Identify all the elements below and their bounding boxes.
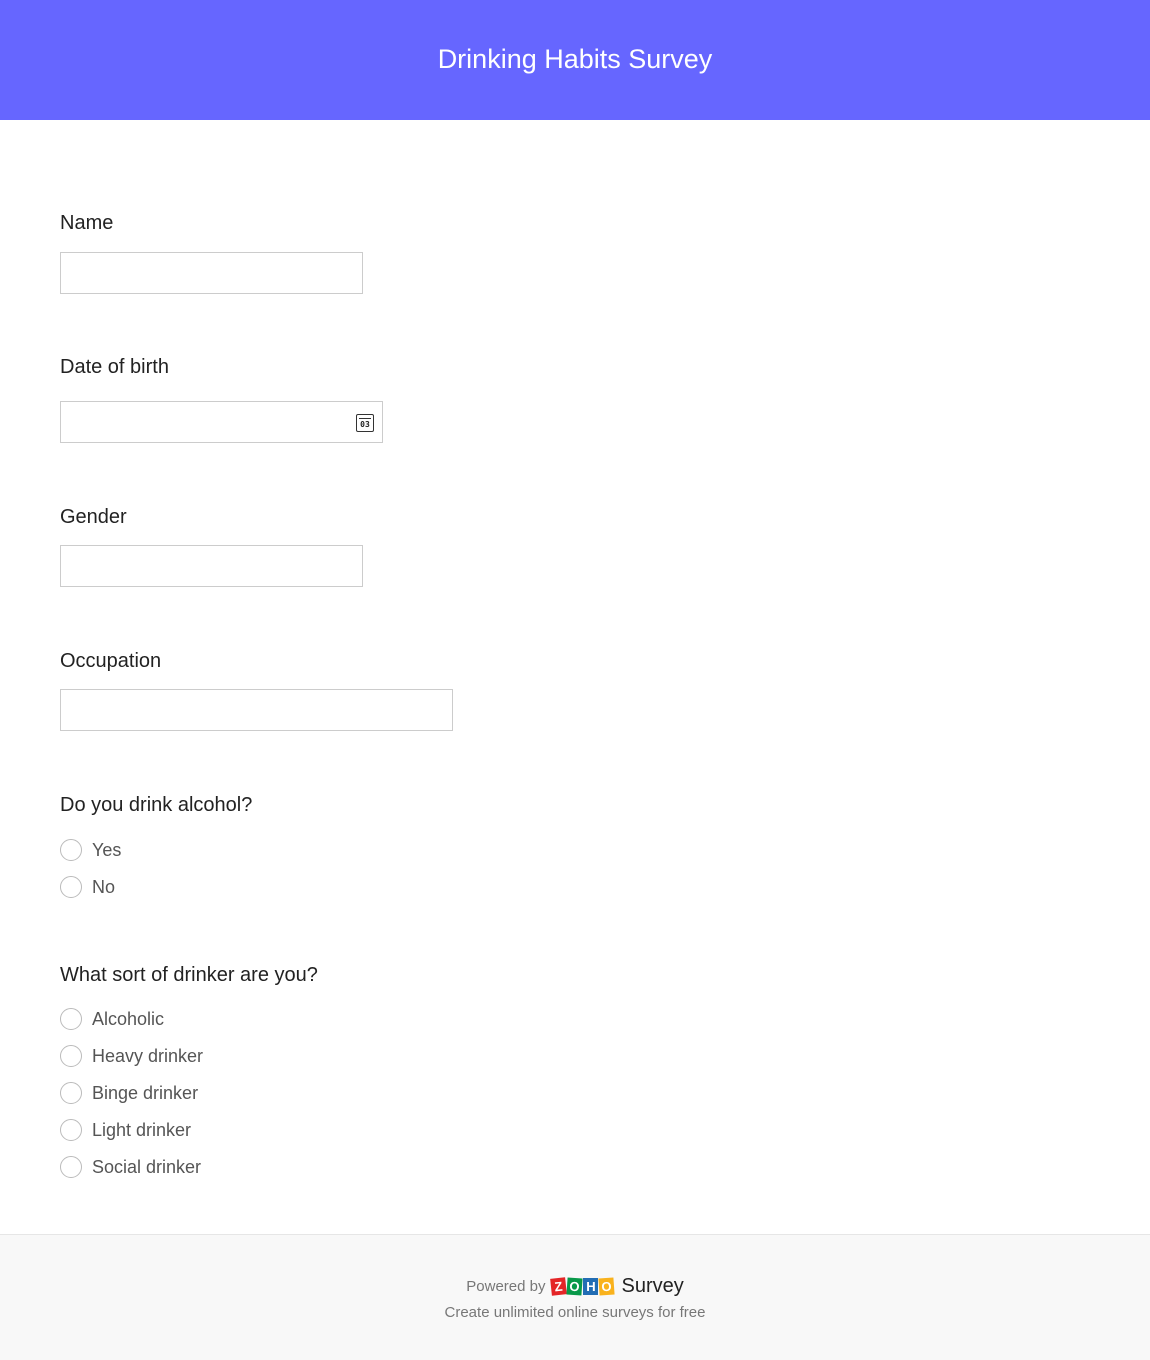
radio-circle[interactable] bbox=[60, 1045, 82, 1067]
powered-by-link[interactable]: Powered by ZOHO Survey bbox=[0, 1275, 1150, 1298]
footer: Powered by ZOHO Survey Create unlimited … bbox=[0, 1234, 1150, 1360]
radio-binge-drinker[interactable]: Binge drinker bbox=[60, 1082, 198, 1104]
radio-circle[interactable] bbox=[60, 876, 82, 898]
survey-header: Drinking Habits Survey bbox=[0, 0, 1150, 120]
name-input[interactable] bbox=[60, 252, 363, 294]
radio-circle[interactable] bbox=[60, 1156, 82, 1178]
option-label: Heavy drinker bbox=[92, 1045, 204, 1066]
radio-yes[interactable]: Yes bbox=[60, 839, 121, 861]
radio-alcoholic[interactable]: Alcoholic bbox=[60, 1008, 164, 1030]
option-label: Light drinker bbox=[92, 1119, 192, 1140]
dob-input[interactable]: 03 bbox=[60, 401, 383, 443]
gender-label: Gender bbox=[60, 506, 127, 528]
calendar-icon[interactable]: 03 bbox=[356, 414, 374, 432]
product-name: Survey bbox=[621, 1275, 684, 1297]
radio-heavy-drinker[interactable]: Heavy drinker bbox=[60, 1045, 203, 1067]
drink-question-label: Do you drink alcohol? bbox=[60, 794, 253, 816]
option-label: No bbox=[92, 876, 116, 897]
occupation-label: Occupation bbox=[60, 650, 162, 672]
option-label: Yes bbox=[92, 839, 122, 860]
radio-light-drinker[interactable]: Light drinker bbox=[60, 1119, 191, 1141]
radio-no[interactable]: No bbox=[60, 876, 115, 898]
powered-by-text: Powered by bbox=[466, 1278, 546, 1295]
name-label: Name bbox=[60, 212, 114, 234]
occupation-input[interactable] bbox=[60, 689, 453, 731]
gender-input[interactable] bbox=[60, 545, 363, 587]
option-label: Binge drinker bbox=[92, 1082, 199, 1103]
radio-circle[interactable] bbox=[60, 1082, 82, 1104]
option-label: Social drinker bbox=[92, 1156, 202, 1177]
dob-label: Date of birth bbox=[60, 356, 169, 378]
survey-title: Drinking Habits Survey bbox=[437, 43, 713, 74]
option-label: Alcoholic bbox=[92, 1008, 165, 1029]
zoho-logo: ZOHO bbox=[550, 1277, 616, 1296]
footer-tagline[interactable]: Create unlimited online surveys for free bbox=[0, 1304, 1150, 1321]
radio-circle[interactable] bbox=[60, 1119, 82, 1141]
radio-circle[interactable] bbox=[60, 1008, 82, 1030]
radio-social-drinker[interactable]: Social drinker bbox=[60, 1156, 201, 1178]
radio-circle[interactable] bbox=[60, 839, 82, 861]
drinker-type-question-label: What sort of drinker are you? bbox=[60, 964, 318, 986]
calendar-icon-text: 03 bbox=[360, 420, 370, 429]
